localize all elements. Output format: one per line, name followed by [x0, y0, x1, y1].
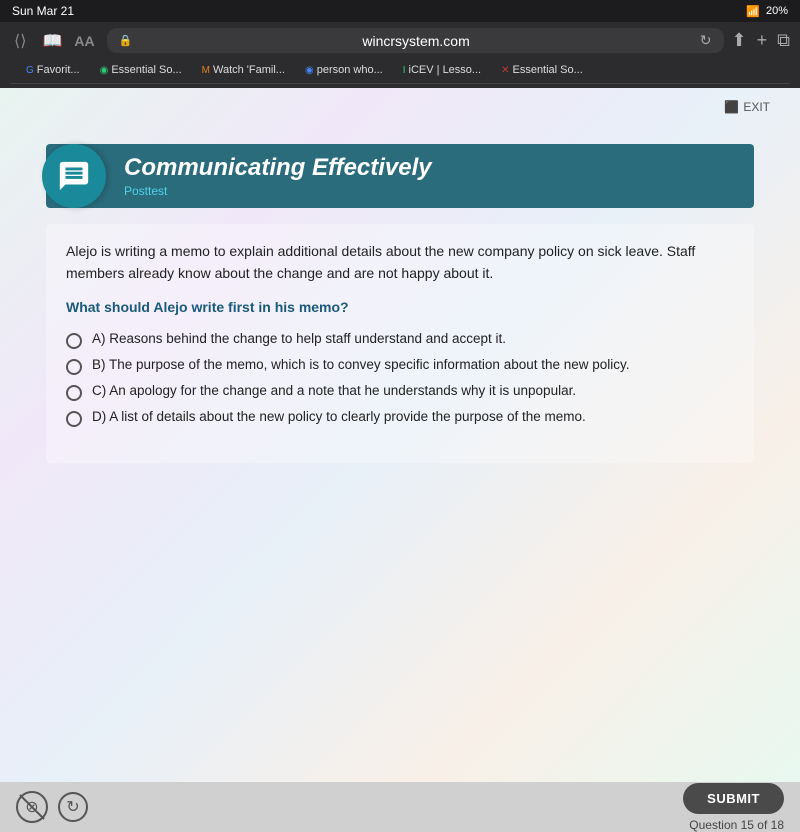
content-wrapper: Communicating Effectively Posttest Alejo… [30, 88, 770, 483]
add-tab-button[interactable]: + [757, 30, 768, 51]
google-icon: G [26, 65, 34, 76]
bottom-bar: ⊘ ↻ SUBMIT Question 15 of 18 [0, 782, 800, 832]
option-b[interactable]: B) The purpose of the memo, which is to … [66, 357, 734, 375]
browser-content: ⬛ EXIT Communicating Effectively Posttes… [0, 88, 800, 782]
bookmark-label: Favorit... [37, 64, 80, 76]
scenario-text: Alejo is writing a memo to explain addit… [66, 240, 734, 285]
lesson-title: Communicating Effectively [124, 154, 432, 182]
radio-c[interactable] [66, 385, 82, 401]
reload-button[interactable]: ↻ [700, 32, 712, 49]
blocked-icon: ⊘ [16, 791, 48, 823]
bookmark-person[interactable]: ◉ person who... [297, 62, 391, 78]
bookmark-essential1[interactable]: ◉ Essential So... [92, 62, 190, 78]
bookmarks-bar: G Favorit... ◉ Essential So... M Watch '… [10, 59, 790, 84]
icev-icon: I [403, 65, 406, 76]
lesson-subtitle: Posttest [124, 184, 432, 198]
exit-label: EXIT [743, 100, 770, 114]
header-text: Communicating Effectively Posttest [106, 144, 450, 208]
status-icons: 📶 20% [746, 5, 788, 18]
option-a[interactable]: A) Reasons behind the change to help sta… [66, 331, 734, 349]
option-d[interactable]: D) A list of details about the new polic… [66, 409, 734, 427]
radio-a[interactable] [66, 333, 82, 349]
text-size-button[interactable]: AA [74, 33, 94, 49]
person-icon: ◉ [305, 65, 314, 76]
exit-button[interactable]: ⬛ EXIT [724, 100, 770, 114]
battery-indicator: 20% [766, 5, 788, 17]
bookmark-essential2[interactable]: ✕ Essential So... [493, 62, 591, 78]
wifi-icon: 📶 [746, 5, 760, 18]
bookmark-label: Essential So... [111, 64, 181, 76]
url-text: wincrsystem.com [138, 33, 693, 49]
bookmark-label: person who... [317, 64, 383, 76]
exit-icon: ⬛ [724, 100, 739, 114]
bookmark-label: Essential So... [512, 64, 582, 76]
option-d-text: D) A list of details about the new polic… [92, 409, 586, 424]
bookmark-favorites[interactable]: G Favorit... [18, 62, 88, 78]
back-button[interactable]: ⟨⟩ [10, 29, 30, 53]
header-icon-circle [42, 144, 106, 208]
bookmark-watch[interactable]: M Watch 'Famil... [194, 62, 293, 78]
radio-b[interactable] [66, 359, 82, 375]
bookmark-label: Watch 'Famil... [213, 64, 285, 76]
browser-chrome: ⟨⟩ 📖 AA 🔒 wincrsystem.com ↻ ⬆ + ⧉ G Favo… [0, 22, 800, 88]
watch-icon: M [202, 65, 210, 76]
options-list: A) Reasons behind the change to help sta… [66, 331, 734, 427]
essential-icon-1: ◉ [100, 65, 109, 76]
bookmarks-button[interactable]: 📖 [38, 29, 66, 53]
essential-close-icon: ✕ [501, 65, 509, 76]
bookmark-label: iCEV | Lesso... [409, 64, 482, 76]
toolbar-actions: ⬆ + ⧉ [732, 30, 790, 51]
tabs-button[interactable]: ⧉ [777, 30, 790, 51]
date-time: Sun Mar 21 [12, 4, 74, 18]
bottom-right: SUBMIT Question 15 of 18 [683, 783, 784, 832]
question-counter: Question 15 of 18 [689, 818, 784, 832]
status-bar: Sun Mar 21 📶 20% [0, 0, 800, 22]
question-prompt: What should Alejo write first in his mem… [66, 299, 734, 315]
option-c-text: C) An apology for the change and a note … [92, 383, 576, 398]
share-button[interactable]: ⬆ [732, 30, 747, 51]
bookmark-icev[interactable]: I iCEV | Lesso... [395, 62, 489, 78]
option-c[interactable]: C) An apology for the change and a note … [66, 383, 734, 401]
blocked-symbol: ⊘ [25, 797, 38, 817]
bottom-left-icons: ⊘ ↻ [16, 791, 88, 823]
question-content: Alejo is writing a memo to explain addit… [46, 224, 754, 463]
option-b-text: B) The purpose of the memo, which is to … [92, 357, 630, 372]
radio-d[interactable] [66, 411, 82, 427]
option-a-text: A) Reasons behind the change to help sta… [92, 331, 506, 346]
browser-toolbar: ⟨⟩ 📖 AA 🔒 wincrsystem.com ↻ ⬆ + ⧉ [10, 28, 790, 53]
lock-icon: 🔒 [119, 34, 133, 47]
address-bar[interactable]: 🔒 wincrsystem.com ↻ [107, 28, 724, 53]
chat-icon [57, 159, 91, 193]
submit-button[interactable]: SUBMIT [683, 783, 784, 814]
refresh-icon[interactable]: ↻ [58, 792, 88, 822]
lesson-header: Communicating Effectively Posttest [46, 144, 754, 208]
